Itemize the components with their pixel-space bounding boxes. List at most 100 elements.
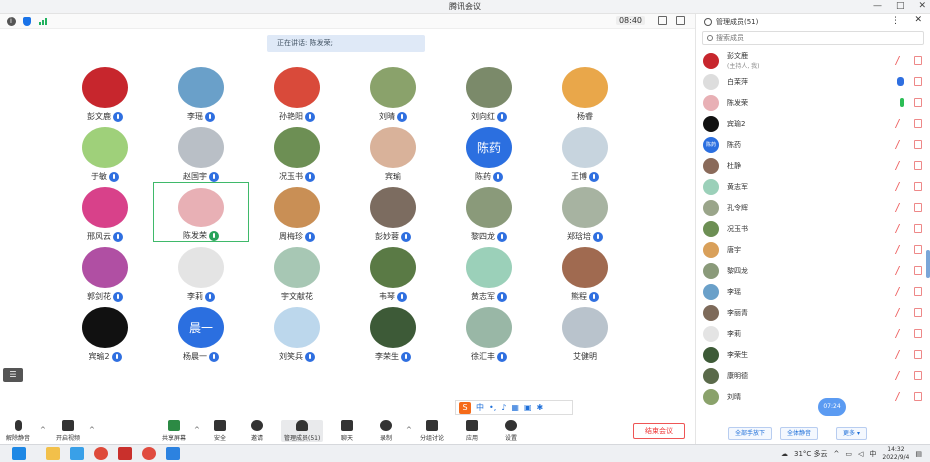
participant-tile[interactable]: 徐汇丰	[441, 302, 537, 362]
member-row[interactable]: 黎四龙	[696, 260, 930, 281]
member-audio-icon[interactable]	[894, 308, 907, 317]
ime-punct-icon[interactable]: •,	[489, 403, 496, 412]
participant-tile[interactable]: 李荣生	[345, 302, 441, 362]
member-row[interactable]: 白茉萍	[696, 71, 930, 92]
participant-tile[interactable]: 邢风云	[57, 182, 153, 242]
member-row[interactable]: 李丽青	[696, 302, 930, 323]
participant-tile[interactable]: 郑琀培	[537, 182, 633, 242]
member-audio-icon[interactable]	[894, 371, 907, 380]
member-row[interactable]: 刘晴	[696, 386, 930, 407]
participant-tile[interactable]: 宇文献花	[249, 242, 345, 302]
sogou-ime-icon[interactable]: S	[459, 401, 471, 414]
participant-tile[interactable]: 杨睿	[537, 62, 633, 122]
participant-tile[interactable]: 李莉	[153, 242, 249, 302]
member-video-icon[interactable]	[914, 329, 922, 338]
ime-language[interactable]: 中	[476, 402, 484, 413]
start-menu-icon[interactable]	[12, 447, 26, 460]
member-audio-icon[interactable]	[894, 392, 907, 401]
tray-expand-icon[interactable]: ^	[834, 450, 840, 458]
member-row[interactable]: 陈药 陈药	[696, 134, 930, 155]
video-options-caret-icon[interactable]: ^	[89, 426, 95, 434]
member-video-icon[interactable]	[914, 77, 922, 86]
member-audio-icon[interactable]	[894, 350, 907, 359]
member-row[interactable]: 李荣生	[696, 344, 930, 365]
ime-mic-icon[interactable]: ♪	[501, 403, 506, 412]
grid-list-toggle-icon[interactable]: ☰	[3, 368, 23, 382]
network-icon[interactable]: ▭	[845, 450, 852, 458]
member-search[interactable]	[702, 31, 924, 45]
member-video-icon[interactable]	[914, 392, 922, 401]
meeting-app-icon[interactable]	[166, 447, 180, 460]
participant-tile[interactable]: 刘晴	[345, 62, 441, 122]
end-meeting-button[interactable]: 结束会议	[633, 423, 685, 439]
member-audio-icon[interactable]	[894, 329, 907, 338]
participant-tile[interactable]: 况玉书	[249, 122, 345, 182]
member-video-icon[interactable]	[914, 140, 922, 149]
participant-tile[interactable]: 陈发荣	[153, 182, 249, 242]
file-explorer-icon[interactable]	[46, 447, 60, 460]
member-row[interactable]: 况玉书	[696, 218, 930, 239]
member-row[interactable]: 宾瑜2	[696, 113, 930, 134]
meeting-info-icon[interactable]: i	[6, 16, 16, 26]
participant-tile[interactable]: 晨一 杨晨一	[153, 302, 249, 362]
participant-tile[interactable]: 彭文鹿	[57, 62, 153, 122]
member-row[interactable]: 李莉	[696, 323, 930, 344]
notification-icon[interactable]: ▤	[915, 450, 922, 458]
member-video-icon[interactable]	[914, 287, 922, 296]
member-audio-icon[interactable]	[897, 77, 904, 86]
member-audio-icon[interactable]	[894, 245, 907, 254]
member-video-icon[interactable]	[914, 308, 922, 317]
participant-tile[interactable]: 彭妙蓉	[345, 182, 441, 242]
chat-button[interactable]: 聊天	[341, 420, 353, 442]
ime-skin-icon[interactable]: ▣	[524, 403, 532, 412]
layout-icon[interactable]	[676, 16, 685, 25]
member-audio-icon[interactable]	[894, 140, 907, 149]
shield-icon[interactable]	[22, 16, 32, 26]
share-options-caret-icon[interactable]: ^	[194, 426, 200, 434]
participant-tile[interactable]: 艾健明	[537, 302, 633, 362]
participant-tile[interactable]: 宾瑜2	[57, 302, 153, 362]
apps-button[interactable]: 应用	[466, 420, 478, 442]
record-options-caret-icon[interactable]: ^	[406, 426, 412, 434]
member-audio-icon[interactable]	[894, 224, 907, 233]
floating-timer-bubble[interactable]: 07:24	[818, 398, 846, 416]
member-video-icon[interactable]	[914, 371, 922, 380]
member-video-icon[interactable]	[914, 203, 922, 212]
more-button[interactable]: 更多 ▾	[836, 426, 867, 440]
member-audio-icon[interactable]	[894, 182, 907, 191]
member-row[interactable]: 彭文鹿 (主持人, 我)	[696, 50, 930, 71]
participant-tile[interactable]: 赵国宇	[153, 122, 249, 182]
member-audio-icon[interactable]	[894, 287, 907, 296]
invite-button[interactable]: 邀请	[251, 420, 263, 442]
participant-tile[interactable]: 陈药 陈药	[441, 122, 537, 182]
record-button[interactable]: 录制	[380, 420, 392, 442]
member-video-icon[interactable]	[914, 56, 922, 65]
participant-tile[interactable]: 宾瑜	[345, 122, 441, 182]
member-audio-icon[interactable]	[894, 161, 907, 170]
mute-options-caret-icon[interactable]: ^	[40, 426, 46, 434]
member-video-icon[interactable]	[914, 98, 922, 107]
weather-text[interactable]: 31°C 多云	[794, 449, 828, 459]
participant-tile[interactable]: 刘向红	[441, 62, 537, 122]
member-row[interactable]: 杜静	[696, 155, 930, 176]
fullscreen-icon[interactable]	[658, 16, 667, 25]
participant-tile[interactable]: 王博	[537, 122, 633, 182]
participant-tile[interactable]: 郭剑花	[57, 242, 153, 302]
signal-icon[interactable]	[38, 16, 48, 26]
close-icon[interactable]: ✕	[918, 1, 926, 11]
member-list-scrollbar[interactable]	[926, 250, 930, 278]
member-row[interactable]: 黄志军	[696, 176, 930, 197]
participant-tile[interactable]: 孙艳阳	[249, 62, 345, 122]
participant-tile[interactable]: 韦琴	[345, 242, 441, 302]
participant-tile[interactable]: 黎四龙	[441, 182, 537, 242]
volume-icon[interactable]: ◁	[858, 450, 863, 458]
member-audio-icon[interactable]	[894, 266, 907, 275]
more-options-icon[interactable]: ⋮	[891, 16, 900, 26]
participant-tile[interactable]: 于敏	[57, 122, 153, 182]
settings-button[interactable]: 设置	[505, 420, 517, 442]
member-video-icon[interactable]	[914, 245, 922, 254]
start-video-button[interactable]: 开启视频	[56, 420, 80, 442]
member-row[interactable]: 唐宇	[696, 239, 930, 260]
ime-keyboard-icon[interactable]: ▦	[511, 403, 519, 412]
lower-all-hands-button[interactable]: 全部手放下	[728, 426, 773, 440]
